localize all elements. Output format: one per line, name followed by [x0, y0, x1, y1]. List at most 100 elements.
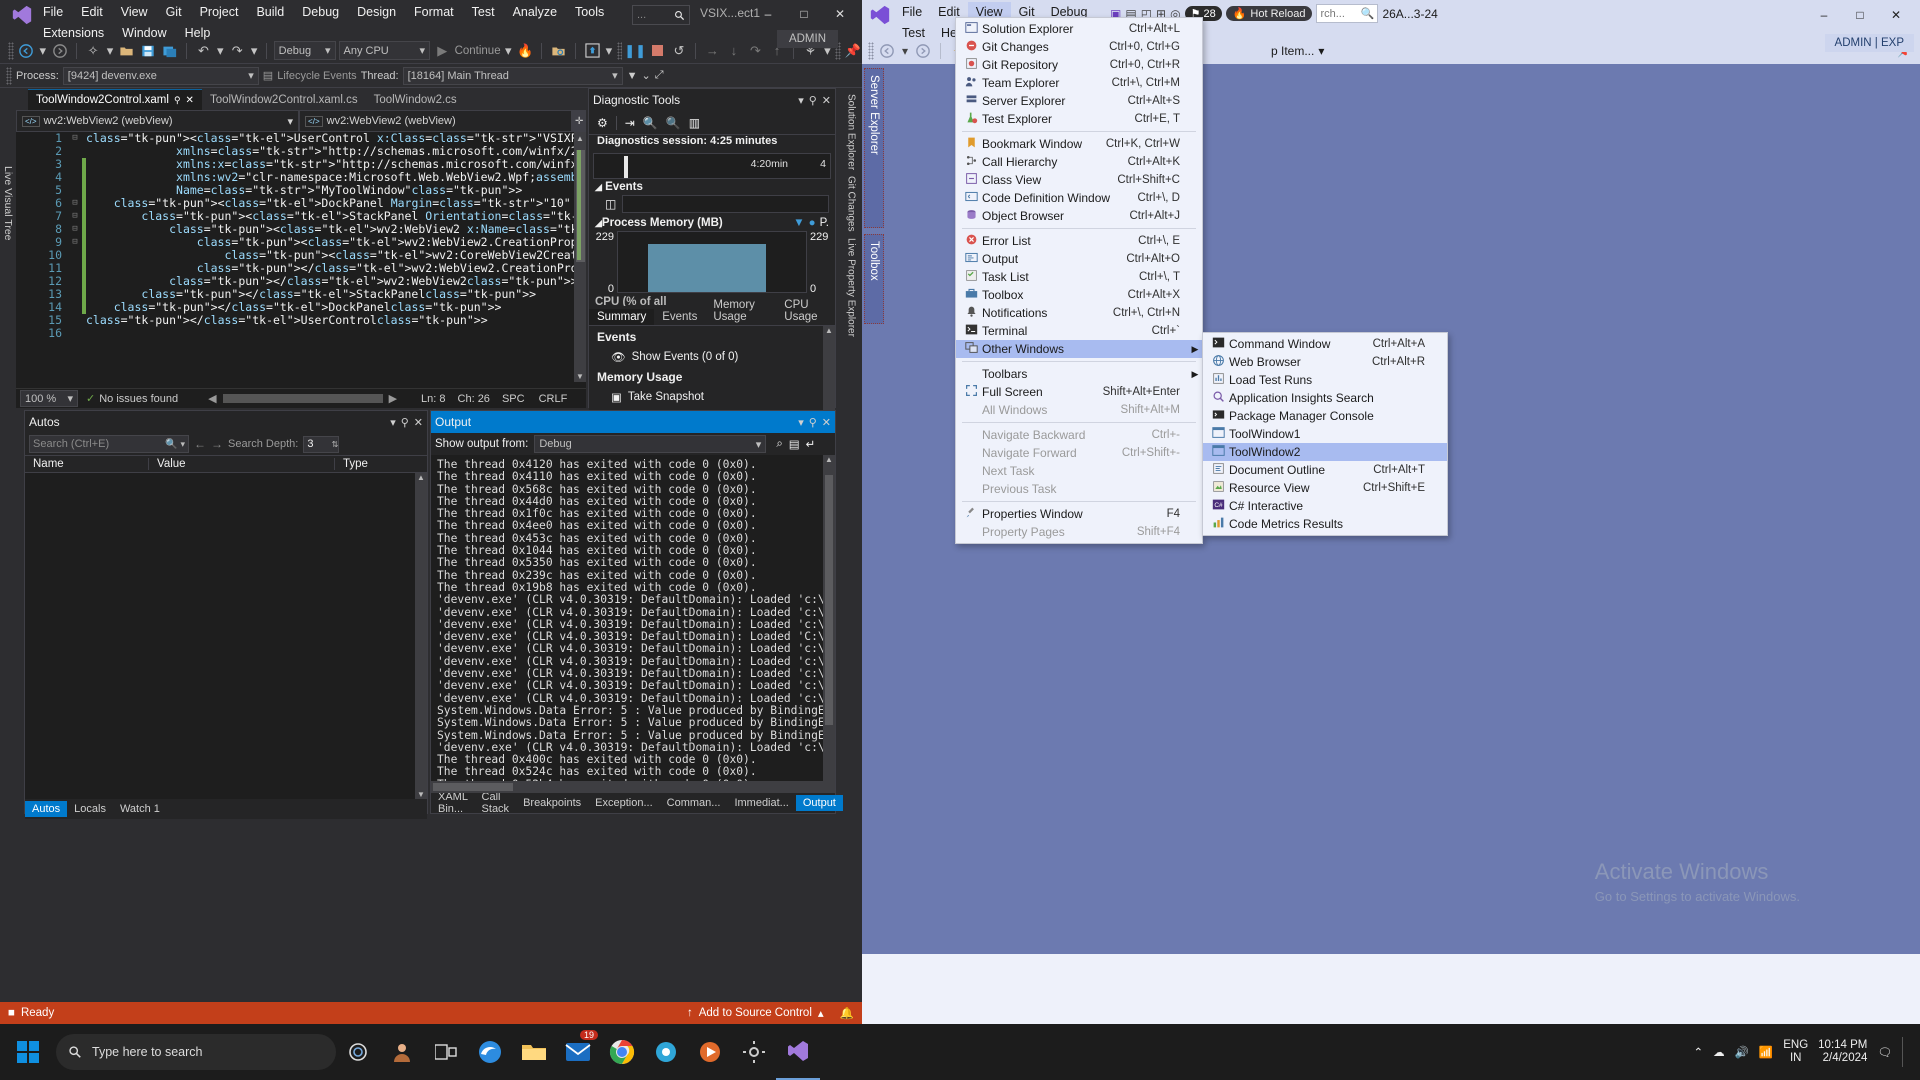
- language-indicator[interactable]: ENG IN: [1783, 1039, 1808, 1065]
- pause-icon[interactable]: ❚❚: [625, 41, 645, 61]
- visual-studio-taskbar-icon[interactable]: [776, 1024, 820, 1080]
- close-window-icon[interactable]: ✕: [822, 94, 831, 107]
- menu-item-test-explorer[interactable]: Test ExplorerCtrl+E, T: [956, 110, 1202, 128]
- fold-toggle-icon[interactable]: [68, 275, 82, 288]
- menu-item-help[interactable]: Help: [176, 23, 220, 44]
- output-scrollbar-thumb[interactable]: [825, 475, 833, 725]
- pin-icon[interactable]: ⚲: [174, 95, 181, 106]
- fold-toggle-icon[interactable]: [68, 288, 82, 301]
- menu-item-build[interactable]: Build: [247, 2, 293, 23]
- menu-item-web-browser[interactable]: Web BrowserCtrl+Alt+R: [1203, 353, 1447, 371]
- code-editor[interactable]: 1⊟class="tk-pun"><class="tk-el">UserCont…: [16, 132, 586, 382]
- search-box[interactable]: ...: [632, 5, 690, 25]
- menu-item-server-explorer[interactable]: Server ExplorerCtrl+Alt+S: [956, 92, 1202, 110]
- minimize-button[interactable]: –: [750, 2, 786, 26]
- menu-item-class-view[interactable]: Class ViewCtrl+Shift+C: [956, 171, 1202, 189]
- vertical-tab-git-changes[interactable]: Git Changes: [846, 176, 857, 232]
- fold-toggle-icon[interactable]: [68, 249, 82, 262]
- step-over-icon[interactable]: →: [703, 41, 722, 61]
- source-control-chevron-icon[interactable]: ▴: [818, 1006, 824, 1020]
- tab-exception[interactable]: Exception...: [588, 795, 659, 811]
- file-explorer-icon[interactable]: [512, 1024, 556, 1080]
- exp-navigate-backward-icon[interactable]: [877, 41, 897, 61]
- fold-toggle-icon[interactable]: [68, 262, 82, 275]
- menu-item-team-explorer[interactable]: Team ExplorerCtrl+\, Ctrl+M: [956, 74, 1202, 92]
- events-section-header[interactable]: ◢ Events: [589, 181, 835, 193]
- close-button[interactable]: ✕: [822, 2, 858, 26]
- take-snapshot-row[interactable]: ▣ Take Snapshot: [589, 388, 835, 406]
- autos-search-input[interactable]: Search (Ctrl+E) 🔍 ▾: [29, 435, 189, 453]
- navbar-type-select[interactable]: </> wv2:WebView2 (webView) ▾: [16, 110, 299, 132]
- fold-toggle-icon[interactable]: [68, 184, 82, 197]
- menu-item-code-definition[interactable]: Code Definition WindowCtrl+\, D: [956, 189, 1202, 207]
- notification-bell-icon[interactable]: 🔔: [840, 1006, 854, 1020]
- column-name[interactable]: Name: [25, 458, 149, 470]
- menu-item-extensions[interactable]: Extensions: [34, 23, 113, 44]
- menu-item-terminal[interactable]: TerminalCtrl+`: [956, 322, 1202, 340]
- media-player-icon[interactable]: [688, 1024, 732, 1080]
- menu-item-task-list[interactable]: Task ListCtrl+\, T: [956, 268, 1202, 286]
- step-into-icon[interactable]: ↓: [725, 41, 744, 61]
- output-close-icon[interactable]: ✕: [822, 416, 831, 429]
- thread-select[interactable]: [18164] Main Thread▾: [403, 67, 623, 85]
- fold-toggle-icon[interactable]: [68, 314, 82, 327]
- exp-navigate-backward-dropdown-icon[interactable]: ▾: [900, 41, 910, 61]
- scroll-left-arrow-icon[interactable]: ◀: [208, 392, 216, 405]
- memory-section-header[interactable]: ◢ Process Memory (MB) ▼ ● P.: [589, 217, 835, 229]
- expander-icon-2[interactable]: ◢: [595, 218, 602, 229]
- clear-all-icon[interactable]: ▤: [789, 437, 800, 451]
- tray-expand-icon[interactable]: ⌃: [1693, 1045, 1703, 1059]
- output-options-icon[interactable]: ▾: [798, 416, 804, 429]
- tab-output[interactable]: Output: [796, 795, 843, 811]
- column-value[interactable]: Value: [149, 458, 335, 470]
- menu-item-analyze[interactable]: Analyze: [504, 2, 566, 23]
- tray-network-icon[interactable]: 📶: [1759, 1045, 1773, 1059]
- tab-xaml-bin[interactable]: XAML Bin...: [431, 789, 475, 817]
- photos-icon[interactable]: [644, 1024, 688, 1080]
- menu-item-toolbox[interactable]: ToolboxCtrl+Alt+X: [956, 286, 1202, 304]
- autos-scroll-down-icon[interactable]: ▼: [415, 790, 427, 799]
- menu-item-call-hierarchy[interactable]: Call HierarchyCtrl+Alt+K: [956, 153, 1202, 171]
- autos-scroll-up-icon[interactable]: ▲: [415, 473, 427, 482]
- timeline-cursor[interactable]: [624, 156, 628, 178]
- notification-center-icon[interactable]: 🗨: [1877, 1045, 1892, 1059]
- settings-icon[interactable]: [732, 1024, 776, 1080]
- menu-item-test[interactable]: Test: [463, 2, 504, 23]
- restart-icon[interactable]: ↺: [670, 41, 689, 61]
- menu-item-load-test-runs[interactable]: Load Test Runs: [1203, 371, 1447, 389]
- find-message-icon[interactable]: ⌕: [776, 438, 782, 451]
- people-icon[interactable]: [380, 1024, 424, 1080]
- autos-options-icon[interactable]: ▾: [390, 416, 396, 429]
- menu-item-bookmark[interactable]: Bookmark WindowCtrl+K, Ctrl+W: [956, 135, 1202, 153]
- menu-item-object-browser[interactable]: Object BrowserCtrl+Alt+J: [956, 207, 1202, 225]
- continue-label[interactable]: Continue: [455, 45, 501, 57]
- zoom-select[interactable]: 100 %▾: [20, 390, 78, 407]
- summary-scroll-up-icon[interactable]: ▲: [823, 326, 835, 335]
- menu-item-resource-view[interactable]: Resource ViewCtrl+Shift+E: [1203, 479, 1447, 497]
- add-to-source-control-label[interactable]: Add to Source Control: [699, 1007, 812, 1019]
- navigate-backward-icon[interactable]: [17, 41, 36, 61]
- vertical-tab-solution-explorer[interactable]: Solution Explorer: [846, 94, 857, 170]
- show-events-row[interactable]: 👁 Show Events (0 of 0): [589, 348, 835, 366]
- output-hscrollbar[interactable]: [431, 781, 835, 793]
- tab-toolwindow2control-xaml-cs[interactable]: ToolWindow2Control.xaml.cs: [202, 89, 366, 110]
- close-icon[interactable]: ✕: [186, 95, 194, 106]
- menu-item-command-window[interactable]: Command WindowCtrl+Alt+A: [1203, 335, 1447, 353]
- exp-search-input[interactable]: rch... 🔍: [1316, 4, 1378, 23]
- menu-item-window[interactable]: Window: [113, 23, 175, 44]
- menu-item-debug[interactable]: Debug: [293, 2, 348, 23]
- scrollbar-thumb[interactable]: [576, 150, 585, 262]
- maximize-button[interactable]: □: [786, 2, 822, 26]
- tab-toolwindow2control-xaml[interactable]: ToolWindow2Control.xaml ⚲ ✕: [28, 89, 202, 110]
- tab-events[interactable]: Events: [654, 309, 705, 325]
- search-depth-input[interactable]: 3 ⇅: [303, 436, 339, 453]
- fold-toggle-icon[interactable]: ⊟: [68, 210, 82, 223]
- zoom-in-icon[interactable]: 🔍: [643, 116, 658, 130]
- menu-item-view[interactable]: View: [112, 2, 157, 23]
- clock[interactable]: 10:14 PM 2/4/2024: [1818, 1039, 1867, 1065]
- menu-item-git-repository[interactable]: Git RepositoryCtrl+0, Ctrl+R: [956, 56, 1202, 74]
- column-type[interactable]: Type: [335, 458, 427, 470]
- scroll-up-arrow-icon[interactable]: ▲: [576, 134, 584, 142]
- stack-frame-filter-2-icon[interactable]: ⌄: [642, 69, 651, 82]
- process-select[interactable]: [9424] devenv.exe▾: [63, 67, 259, 85]
